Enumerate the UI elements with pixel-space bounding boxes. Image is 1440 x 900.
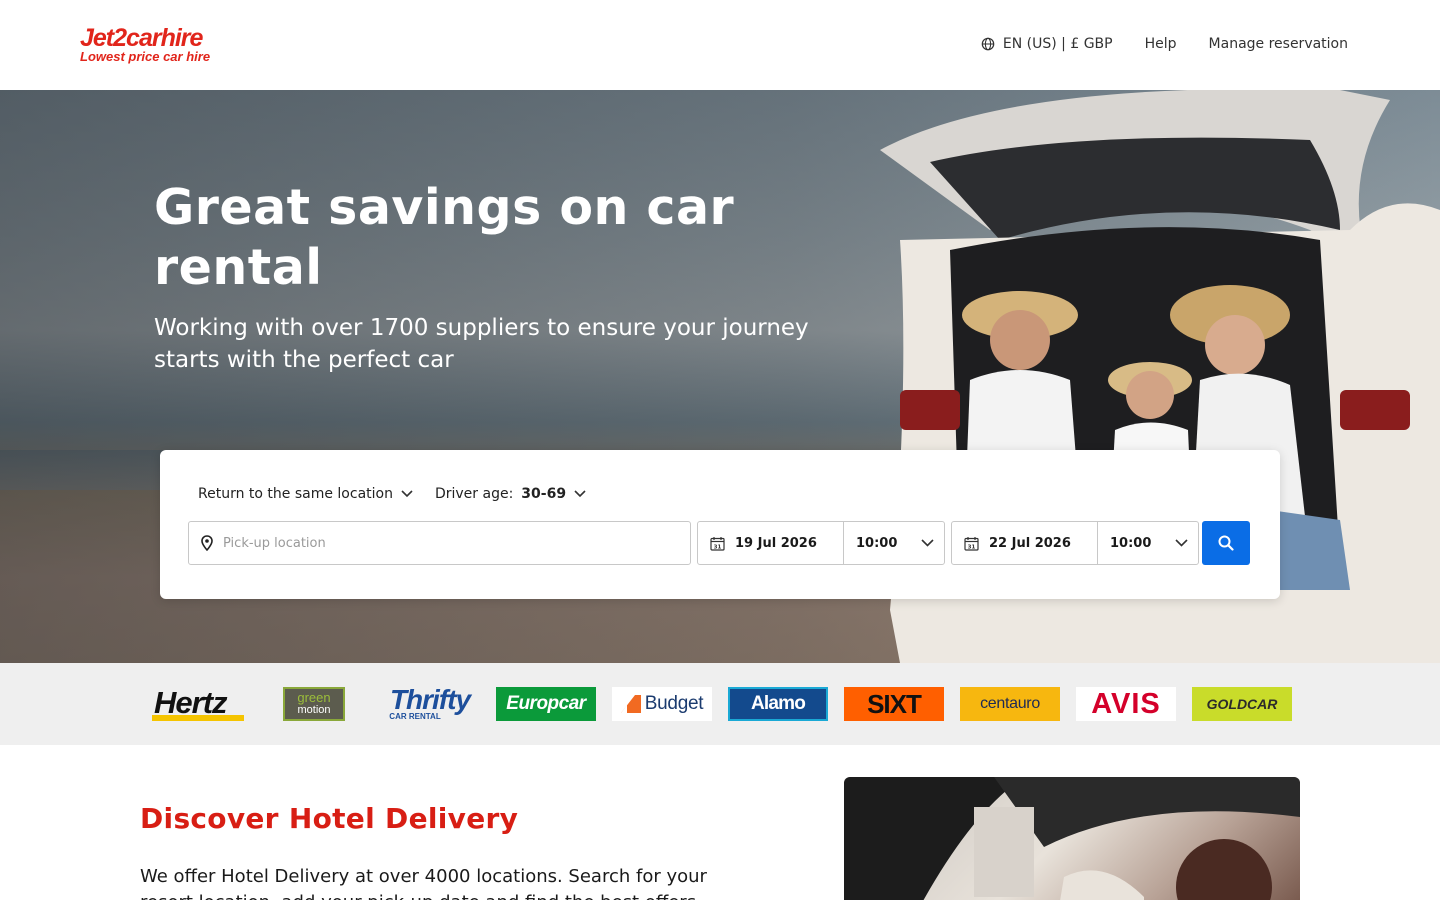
help-link[interactable]: Help: [1145, 36, 1177, 52]
sixt-logo: SIXT: [844, 687, 944, 721]
avis-logo: AVIS: [1076, 687, 1176, 721]
supplier-logos-strip: Hertz green motion Thrifty CAR RENTAL Eu…: [0, 663, 1440, 745]
pickup-date-value: 19 Jul 2026: [735, 535, 817, 551]
location-pin-icon: [201, 535, 213, 551]
language-currency-selector[interactable]: EN (US) | £ GBP: [981, 36, 1113, 52]
budget-logo-text: Budget: [644, 693, 704, 714]
dropoff-time-select[interactable]: 10:00: [1098, 522, 1198, 564]
calendar-icon-day: 31: [714, 544, 722, 550]
search-button[interactable]: [1202, 521, 1250, 565]
search-form: Return to the same location Driver age: …: [160, 450, 1280, 599]
alamo-logo-text: Alamo: [750, 693, 806, 714]
pickup-datetime: 31 19 Jul 2026 10:00: [697, 521, 945, 565]
dropoff-date-value: 22 Jul 2026: [989, 535, 1071, 551]
pickup-location-input[interactable]: [223, 535, 663, 551]
calendar-icon: 31: [710, 536, 725, 551]
calendar-icon: 31: [964, 536, 979, 551]
driver-age-value: 30-69: [521, 486, 567, 502]
driver-age-label: Driver age:: [434, 486, 514, 502]
green-motion-logo-text: green: [297, 690, 331, 705]
sixt-logo-text: SIXT: [867, 688, 922, 719]
search-options: Return to the same location Driver age: …: [198, 486, 586, 502]
goldcar-logo: GOLDCAR: [1192, 687, 1292, 721]
hotel-delivery-image: [844, 777, 1300, 900]
goldcar-logo-text: GOLDCAR: [1206, 696, 1278, 712]
dropoff-datetime: 31 22 Jul 2026 10:00: [951, 521, 1199, 565]
driver-age-dropdown[interactable]: Driver age: 30-69: [435, 486, 586, 502]
logo-wordmark: Jet2carhire: [80, 24, 203, 52]
hero-subtitle: Working with over 1700 suppliers to ensu…: [154, 315, 809, 373]
logo-tagline: Lowest price car hire: [80, 49, 211, 64]
thrifty-logo-subtext: CAR RENTAL: [389, 712, 441, 721]
alamo-logo: Alamo: [728, 687, 828, 721]
dropoff-date-field[interactable]: 31 22 Jul 2026: [952, 522, 1098, 564]
pickup-location-field[interactable]: [188, 521, 691, 565]
thrifty-logo-text: Thrifty: [389, 684, 471, 715]
return-location-dropdown[interactable]: Return to the same location: [198, 486, 413, 502]
avis-logo-text: AVIS: [1091, 687, 1161, 720]
green-motion-logo-subtext: motion: [297, 704, 331, 716]
chevron-down-icon: [574, 490, 586, 498]
site-header: Jet2carhire Lowest price car hire EN (US…: [0, 0, 1440, 90]
centauro-logo: centauro: [960, 687, 1060, 721]
pickup-date-field[interactable]: 31 19 Jul 2026: [698, 522, 844, 564]
search-icon: [1218, 535, 1234, 551]
language-currency-label: EN (US) | £ GBP: [1002, 36, 1113, 52]
budget-logo: Budget: [612, 687, 712, 721]
pickup-time-value: 10:00: [856, 535, 898, 551]
manage-reservation-link[interactable]: Manage reservation: [1209, 36, 1348, 52]
europcar-logo: Europcar: [496, 687, 596, 721]
hertz-logo: Hertz: [148, 685, 248, 721]
chevron-down-icon: [1175, 539, 1188, 547]
chevron-down-icon: [921, 539, 934, 547]
green-motion-logo: green motion: [264, 687, 364, 721]
europcar-logo-text: Europcar: [506, 693, 586, 714]
thrifty-logo: Thrifty CAR RENTAL: [380, 684, 480, 721]
dropoff-time-value: 10:00: [1110, 535, 1152, 551]
chevron-down-icon: [401, 490, 413, 498]
hertz-logo-text: Hertz: [154, 685, 228, 720]
globe-icon: [981, 37, 995, 51]
centauro-logo-text: centauro: [980, 695, 1040, 712]
discover-title: Discover Hotel Delivery: [140, 802, 519, 835]
pickup-time-select[interactable]: 10:00: [844, 522, 944, 564]
return-location-label: Return to the same location: [198, 486, 393, 502]
hero-title: Great savings on car rental: [154, 179, 735, 296]
jet2carhire-logo[interactable]: Jet2carhire Lowest price car hire: [80, 24, 240, 64]
header-nav: EN (US) | £ GBP Help Manage reservation: [981, 36, 1348, 52]
calendar-icon-day: 31: [968, 544, 976, 550]
budget-mark-icon: [620, 695, 641, 713]
discover-text: We offer Hotel Delivery at over 4000 loc…: [140, 866, 707, 900]
